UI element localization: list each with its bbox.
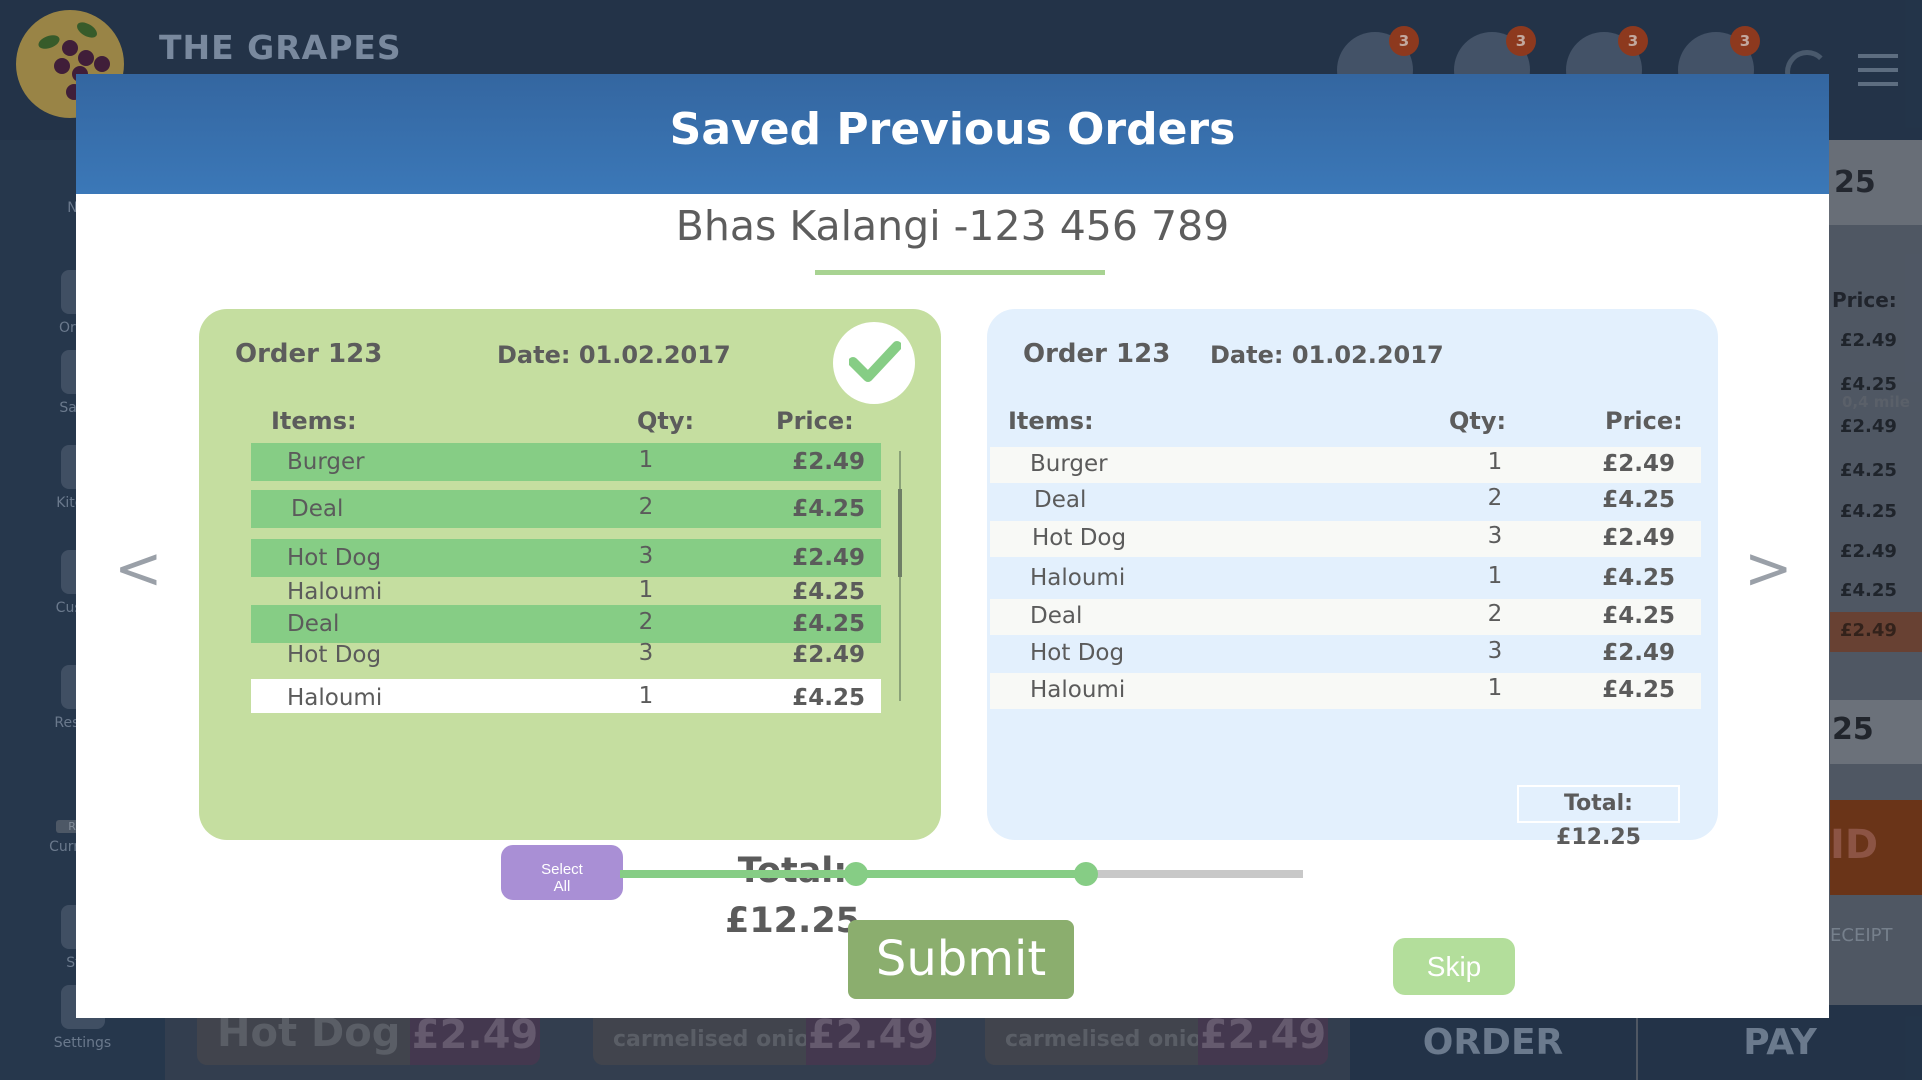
- next-order-arrow[interactable]: >: [1744, 538, 1793, 598]
- selected-check-icon[interactable]: [833, 322, 915, 404]
- order-card[interactable]: Order 123 Date: 01.02.2017 Items: Qty: P…: [987, 309, 1718, 850]
- order-date: Date: 01.02.2017: [1210, 341, 1444, 369]
- step-progress: [620, 862, 1303, 886]
- order-date: Date: 01.02.2017: [497, 341, 731, 369]
- items-column-header: Items:: [271, 407, 357, 435]
- title-underline: [815, 270, 1105, 275]
- order-item-row[interactable]: Haloumi 1 £4.25: [990, 673, 1701, 709]
- saved-orders-modal: Saved Previous Orders Bhas Kalangi -123 …: [76, 74, 1829, 1018]
- skip-button[interactable]: Skip: [1393, 938, 1515, 995]
- order-item-row[interactable]: Hot Dog 3 £2.49: [990, 636, 1701, 672]
- step-dot: [844, 862, 868, 886]
- order-item-row[interactable]: Haloumi 1 £4.25: [990, 561, 1701, 597]
- step-dot: [1074, 862, 1098, 886]
- order-item-row[interactable]: Hot Dog 3 £2.49: [251, 539, 881, 577]
- modal-title: Saved Previous Orders: [669, 104, 1236, 155]
- order-item-row[interactable]: Deal 2 £4.25: [251, 490, 881, 528]
- order-item-row[interactable]: Burger 1 £2.49: [990, 447, 1701, 483]
- previous-order-arrow[interactable]: <: [114, 538, 163, 598]
- order-item-row[interactable]: Hot Dog 3 £2.49: [251, 636, 881, 674]
- order-item-row[interactable]: Burger 1 £2.49: [251, 443, 881, 481]
- items-column-header: Items:: [1008, 407, 1094, 435]
- order-item-row[interactable]: Deal 2 £4.25: [990, 599, 1701, 635]
- order-item-row[interactable]: Haloumi 1 £4.25: [251, 679, 881, 713]
- order-title: Order 123: [1023, 339, 1171, 369]
- submit-button[interactable]: Submit: [848, 920, 1074, 999]
- order-title: Order 123: [235, 339, 383, 369]
- price-column-header: Price:: [1605, 407, 1683, 435]
- order-item-row[interactable]: Deal 2 £4.25: [990, 483, 1701, 519]
- qty-column-header: Qty:: [1449, 407, 1507, 435]
- order-total: Total: £12.25: [1517, 785, 1680, 850]
- order-item-row[interactable]: Hot Dog 3 £2.49: [990, 521, 1701, 557]
- customer-name-phone: Bhas Kalangi -123 456 789: [675, 202, 1230, 250]
- select-all-button[interactable]: Select All: [501, 845, 623, 900]
- qty-column-header: Qty:: [637, 407, 695, 435]
- order-items-list[interactable]: Burger 1 £2.49 Deal 2 £4.25 Hot Dog 3 £2.49 Ha…: [251, 443, 881, 713]
- price-column-header: Price:: [776, 407, 854, 435]
- order-card-selected[interactable]: Order 123 Date: 01.02.2017 Items: Qty: P…: [199, 309, 941, 941]
- list-scrollbar-thumb[interactable]: [898, 489, 902, 577]
- modal-header: Saved Previous Orders: [76, 74, 1829, 194]
